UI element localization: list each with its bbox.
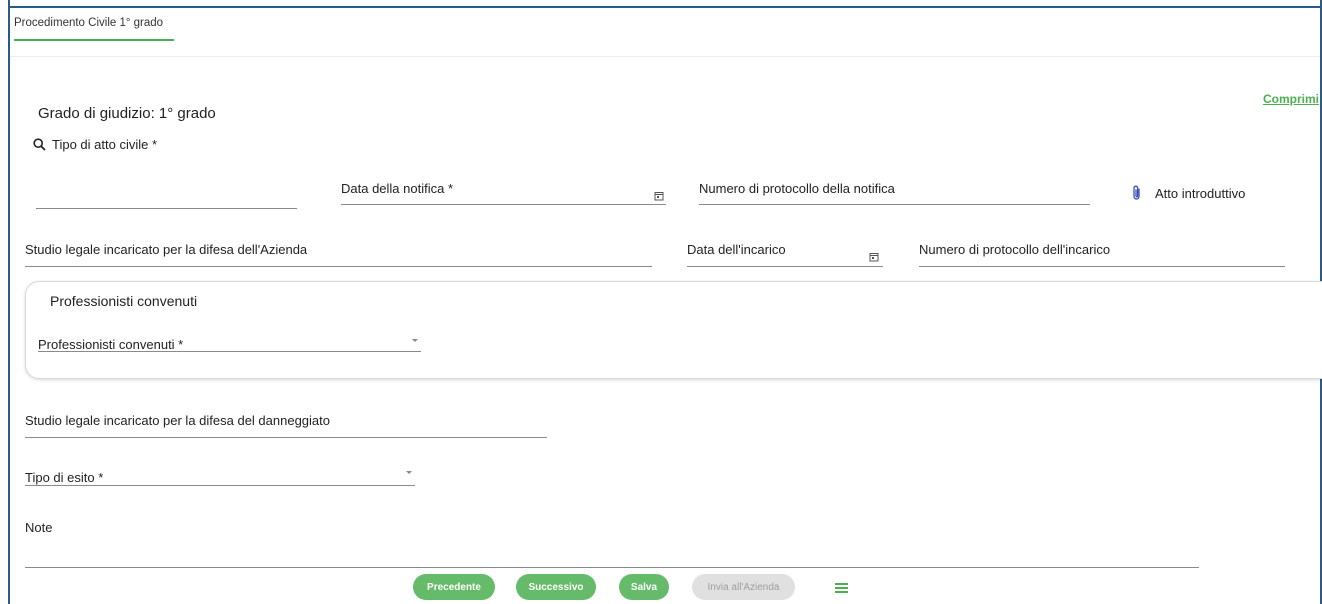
- professionisti-title: Professionisti convenuti: [50, 293, 198, 309]
- calendar-icon[interactable]: [869, 252, 879, 262]
- tipo-esito-select[interactable]: [25, 485, 415, 486]
- professionisti-card: Professionisti convenuti: [25, 281, 1322, 379]
- tab-procedimento-civile[interactable]: Procedimento Civile 1° grado: [14, 17, 163, 29]
- successivo-button[interactable]: Successivo: [516, 574, 596, 600]
- note-label: Note: [25, 520, 53, 535]
- studio-danneggiato-label: Studio legale incaricato per la difesa d…: [25, 413, 330, 428]
- professionisti-select[interactable]: [38, 351, 421, 352]
- tipo-atto-label: Tipo di atto civile *: [52, 137, 158, 152]
- frame-border-top: [8, 6, 1322, 8]
- search-icon: [33, 138, 46, 151]
- studio-azienda-label: Studio legale incaricato per la difesa d…: [25, 242, 308, 257]
- collapse-link[interactable]: Comprimi: [1263, 92, 1319, 106]
- tipo-atto-input[interactable]: [36, 208, 297, 209]
- invia-button[interactable]: Invia all'Azienda: [692, 574, 795, 600]
- tipo-esito-label: Tipo di esito *: [25, 470, 104, 485]
- studio-danneggiato-input[interactable]: [25, 437, 547, 438]
- chevron-down-icon[interactable]: [406, 471, 412, 474]
- protocollo-notifica-input[interactable]: [699, 204, 1090, 205]
- precedente-button[interactable]: Precedente: [413, 574, 495, 600]
- chevron-down-icon[interactable]: [412, 339, 418, 342]
- professionisti-select-label: Professionisti convenuti *: [38, 337, 184, 352]
- tab-divider: [10, 56, 1320, 57]
- protocollo-incarico-label: Numero di protocollo dell'incarico: [919, 242, 1111, 257]
- data-incarico-input[interactable]: [687, 266, 883, 267]
- note-textarea[interactable]: [25, 567, 1199, 568]
- data-notifica-label: Data della notifica *: [341, 181, 454, 196]
- menu-icon[interactable]: [835, 583, 848, 595]
- protocollo-incarico-input[interactable]: [919, 266, 1285, 267]
- paperclip-icon: [1133, 185, 1140, 200]
- page-title: Grado di giudizio: 1° grado: [38, 105, 216, 122]
- data-incarico-label: Data dell'incarico: [687, 242, 786, 257]
- studio-azienda-input[interactable]: [25, 266, 652, 267]
- tipo-atto-search[interactable]: Tipo di atto civile *: [33, 137, 157, 152]
- atto-introduttivo-attachment[interactable]: Atto introduttivo: [1131, 185, 1245, 201]
- data-notifica-input[interactable]: [341, 204, 666, 205]
- salva-button[interactable]: Salva: [619, 574, 669, 600]
- active-tab-indicator: [14, 39, 174, 41]
- protocollo-notifica-label: Numero di protocollo della notifica: [699, 181, 895, 196]
- frame-border-left: [8, 0, 10, 604]
- atto-introduttivo-label: Atto introduttivo: [1155, 185, 1246, 201]
- calendar-icon[interactable]: [654, 191, 664, 201]
